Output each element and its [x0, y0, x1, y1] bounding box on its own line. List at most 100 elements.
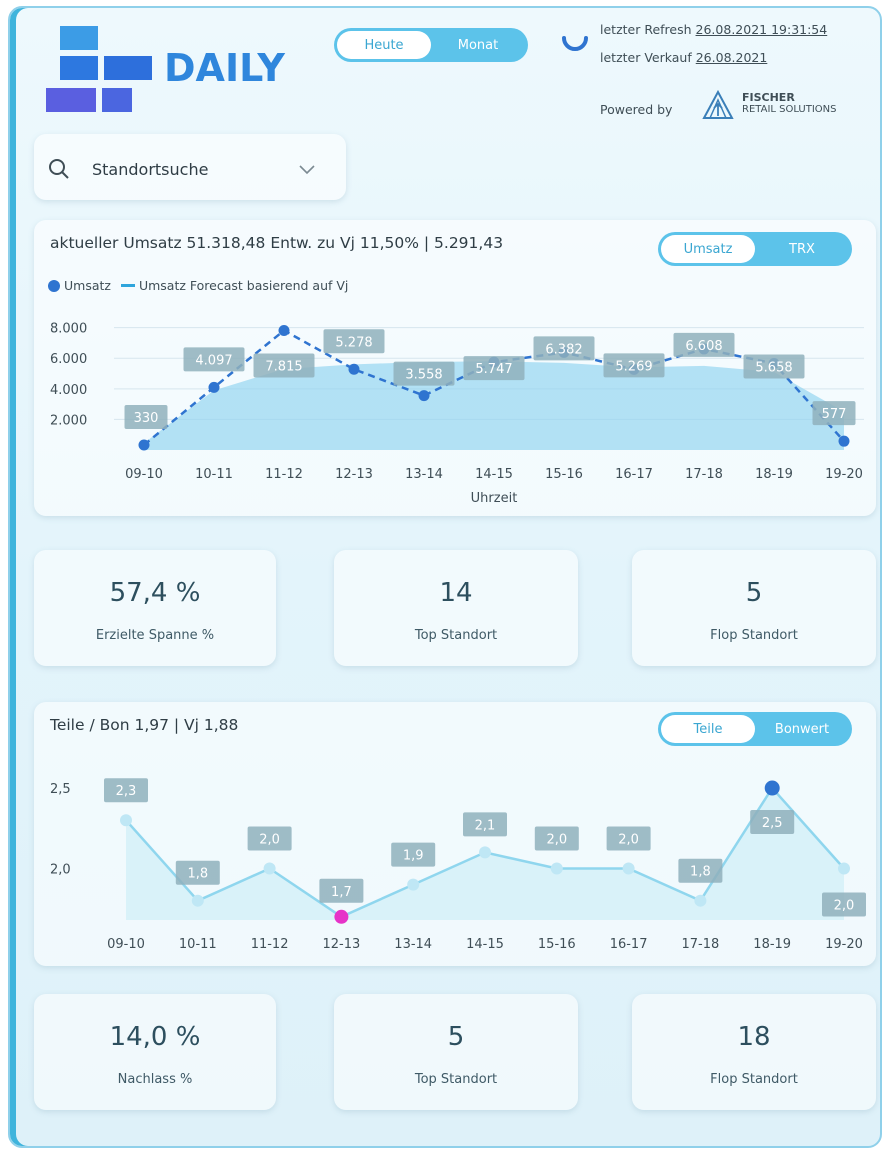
sales-data-label: 6.608	[685, 339, 722, 354]
x-tick-label: 19-20	[825, 467, 863, 482]
search-placeholder: Standortsuche	[92, 160, 209, 179]
fischer-logo-icon	[702, 89, 734, 119]
kpi-value: 14	[439, 578, 473, 608]
parts-point	[191, 894, 204, 907]
kpi-label: Nachlass %	[117, 1072, 193, 1087]
x-tick-label: 15-16	[545, 467, 583, 482]
parts-chart-card: Teile / Bon 1,97 | Vj 1,88 Teile Bonwert…	[34, 702, 876, 966]
parts-point	[622, 862, 635, 875]
kpi-card-top-standort: 14 Top Standort	[334, 550, 578, 666]
sales-data-label: 5.269	[615, 359, 652, 374]
x-tick-label: 11-12	[251, 937, 289, 952]
period-toggle[interactable]: Heute Monat	[334, 28, 528, 62]
x-tick-label: 17-18	[685, 467, 723, 482]
kpi-card-nachlass: 14,0 % Nachlass %	[34, 994, 276, 1110]
parts-point	[694, 894, 707, 907]
sales-data-label: 7.815	[265, 359, 302, 374]
parts-point	[407, 878, 420, 891]
kpi-value: 14,0 %	[109, 1022, 201, 1052]
kpi-label: Erzielte Spanne %	[95, 628, 215, 643]
kpi-label: Flop Standort	[710, 628, 798, 643]
parts-point	[120, 814, 132, 827]
parts-data-label: 2,5	[762, 816, 783, 831]
x-tick-label: 17-18	[682, 937, 720, 952]
parts-point	[764, 780, 780, 796]
x-tick-label: 15-16	[538, 937, 576, 952]
x-tick-label: 09-10	[125, 467, 163, 482]
x-tick-label: 19-20	[825, 937, 863, 952]
parts-data-label: 2,0	[834, 899, 855, 914]
kpi-card-top-standort-2: 5 Top Standort	[334, 994, 578, 1110]
page-title: DAILY	[164, 46, 285, 90]
app-logo	[46, 26, 152, 112]
kpi-value: 5	[447, 1022, 465, 1052]
sales-data-label: 3.558	[405, 368, 442, 383]
location-search[interactable]: Standortsuche	[34, 134, 346, 200]
kpi-card-flop-standort-2: 18 Flop Standort	[632, 994, 876, 1110]
parts-point	[263, 862, 276, 875]
y-tick-label: 8.000	[50, 322, 87, 337]
parts-data-label: 2,3	[116, 784, 137, 799]
x-tick-label: 09-10	[107, 937, 145, 952]
y-tick-label: 6.000	[50, 352, 87, 367]
sales-point	[208, 381, 220, 393]
logo-block-bottom-left	[46, 88, 96, 112]
parts-data-label: 1,8	[187, 867, 208, 882]
brand-line-1: FISCHER	[742, 91, 795, 104]
x-tick-label: 14-15	[475, 467, 513, 482]
parts-data-label: 2,0	[618, 833, 639, 848]
x-tick-label: 10-11	[195, 467, 233, 482]
toggle-option-monat[interactable]: Monat	[431, 31, 525, 59]
y-tick-label: 2,0	[50, 863, 71, 878]
parts-point	[838, 862, 850, 875]
sales-data-label: 6.382	[545, 342, 582, 357]
x-tick-label: 13-14	[394, 937, 432, 952]
kpi-card-flop-standort: 5 Flop Standort	[632, 550, 876, 666]
chevron-down-icon[interactable]	[298, 164, 316, 176]
refresh-value: 26.08.2021 19:31:54	[695, 22, 828, 37]
parts-data-label: 2,1	[475, 818, 496, 833]
kpi-label: Flop Standort	[710, 1072, 798, 1087]
logo-block-mid-left	[60, 56, 98, 80]
kpi-label: Top Standort	[414, 628, 498, 643]
logo-block-bottom-right	[102, 88, 132, 112]
brand-line-2: RETAIL SOLUTIONS	[742, 104, 837, 115]
parts-chart: 2,0 2,5 2,3 1,8 2,0 1,7 1,9 2,1 2,0 2,0 1,8 2,5 2,0 0…	[50, 778, 866, 952]
parts-data-label: 1,7	[331, 885, 352, 900]
parts-data-label: 1,8	[690, 865, 711, 880]
sales-data-label: 577	[822, 407, 847, 422]
sales-chart: 2.000 4.000 6.000 8.000 330 4.097 7.815 5.278 3.…	[50, 322, 864, 506]
brand-name: FISCHER RETAIL SOLUTIONS	[742, 92, 837, 116]
x-tick-label: 16-17	[615, 467, 653, 482]
kpi-card-spanne: 57,4 % Erzielte Spanne %	[34, 550, 276, 666]
sales-chart-card: aktueller Umsatz 51.318,48 Entw. zu Vj 1…	[34, 220, 876, 516]
refresh-label: letzter Refresh	[600, 22, 692, 37]
dashboard-frame: DAILY Heute Monat letzter Refresh 26.08.…	[8, 6, 882, 1148]
x-tick-label: 13-14	[405, 467, 443, 482]
parts-point	[550, 862, 563, 875]
sales-data-label: 5.747	[475, 362, 512, 377]
kpi-value: 5	[745, 578, 763, 608]
sale-value: 26.08.2021	[695, 50, 768, 65]
sales-data-label: 330	[134, 411, 159, 426]
sales-point	[348, 363, 360, 375]
sales-point	[278, 324, 290, 336]
sales-point	[838, 435, 850, 447]
y-tick-label: 4.000	[50, 383, 87, 398]
refresh-icon[interactable]	[560, 30, 590, 56]
kpi-value: 18	[737, 1022, 771, 1052]
x-axis-title: Uhrzeit	[471, 491, 518, 506]
x-tick-label: 10-11	[179, 937, 217, 952]
parts-data-label: 2,0	[259, 833, 280, 848]
sales-data-label: 4.097	[195, 353, 232, 368]
refresh-info: letzter Refresh 26.08.2021 19:31:54	[600, 22, 827, 37]
toggle-option-heute[interactable]: Heute	[337, 31, 431, 59]
x-tick-label: 14-15	[466, 937, 504, 952]
x-tick-label: 18-19	[755, 467, 793, 482]
sales-data-label: 5.278	[335, 335, 372, 350]
x-tick-label: 12-13	[323, 937, 361, 952]
y-tick-label: 2.000	[50, 413, 87, 428]
parts-point	[479, 846, 491, 859]
search-icon	[49, 159, 69, 179]
kpi-value: 57,4 %	[109, 578, 201, 608]
